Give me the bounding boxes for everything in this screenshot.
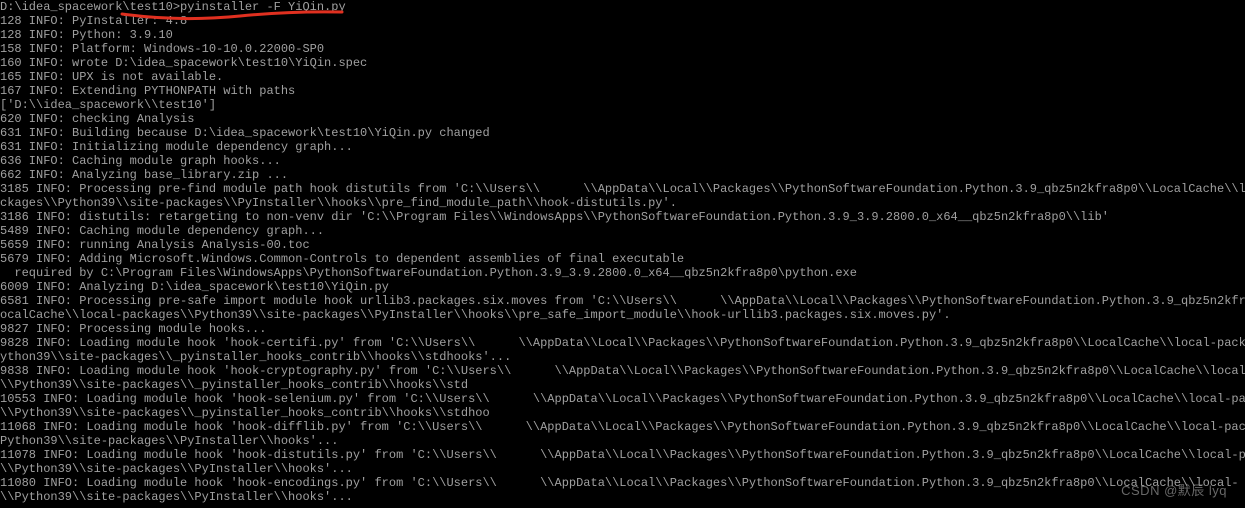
terminal-line: 160 INFO: wrote D:\idea_spacework\test10… [0, 56, 1245, 70]
terminal-line: ython39\\site-packages\\_pyinstaller_hoo… [0, 350, 1245, 364]
terminal-line: \\Python39\\site-packages\\_pyinstaller_… [0, 378, 1245, 392]
prompt-path: D:\idea_spacework\test10> [0, 0, 180, 14]
terminal-line: 5659 INFO: running Analysis Analysis-00.… [0, 238, 1245, 252]
terminal-line: 9828 INFO: Loading module hook 'hook-cer… [0, 336, 1245, 350]
terminal-line: 6581 INFO: Processing pre-safe import mo… [0, 294, 1245, 308]
terminal-line: ocalCache\\local-packages\\Python39\\sit… [0, 308, 1245, 322]
terminal-line: 158 INFO: Platform: Windows-10-10.0.2200… [0, 42, 1245, 56]
terminal-line: 167 INFO: Extending PYTHONPATH with path… [0, 84, 1245, 98]
prompt-command: pyinstaller -F YiQin.py [180, 0, 346, 14]
terminal-line: 11080 INFO: Loading module hook 'hook-en… [0, 476, 1245, 490]
terminal-line: 10553 INFO: Loading module hook 'hook-se… [0, 392, 1245, 406]
terminal-line: 11068 INFO: Loading module hook 'hook-di… [0, 420, 1245, 434]
terminal-line: 6009 INFO: Analyzing D:\idea_spacework\t… [0, 280, 1245, 294]
terminal-line: \\Python39\\site-packages\\_pyinstaller_… [0, 406, 1245, 420]
terminal-line: ckages\\Python39\\site-packages\\PyInsta… [0, 196, 1245, 210]
terminal[interactable]: D:\idea_spacework\test10>pyinstaller -F … [0, 0, 1245, 504]
terminal-line: 631 INFO: Building because D:\idea_space… [0, 126, 1245, 140]
terminal-line: required by C:\Program Files\WindowsApps… [0, 266, 1245, 280]
terminal-line: \\Python39\\site-packages\\PyInstaller\\… [0, 490, 1245, 504]
terminal-line: 3186 INFO: distutils: retargeting to non… [0, 210, 1245, 224]
terminal-line: ['D:\\idea_spacework\\test10'] [0, 98, 1245, 112]
terminal-line: 631 INFO: Initializing module dependency… [0, 140, 1245, 154]
terminal-line: 5489 INFO: Caching module dependency gra… [0, 224, 1245, 238]
terminal-line: 662 INFO: Analyzing base_library.zip ... [0, 168, 1245, 182]
terminal-line: Python39\\site-packages\\PyInstaller\\ho… [0, 434, 1245, 448]
terminal-line: 9838 INFO: Loading module hook 'hook-cry… [0, 364, 1245, 378]
terminal-line: 636 INFO: Caching module graph hooks... [0, 154, 1245, 168]
terminal-line: 128 INFO: PyInstaller: 4.8 [0, 14, 1245, 28]
terminal-line: 165 INFO: UPX is not available. [0, 70, 1245, 84]
terminal-line: 620 INFO: checking Analysis [0, 112, 1245, 126]
terminal-output: 128 INFO: PyInstaller: 4.8128 INFO: Pyth… [0, 14, 1245, 504]
terminal-line: 5679 INFO: Adding Microsoft.Windows.Comm… [0, 252, 1245, 266]
terminal-line: 128 INFO: Python: 3.9.10 [0, 28, 1245, 42]
terminal-line: 9827 INFO: Processing module hooks... [0, 322, 1245, 336]
terminal-line: 3185 INFO: Processing pre-find module pa… [0, 182, 1245, 196]
prompt-line: D:\idea_spacework\test10>pyinstaller -F … [0, 0, 1245, 14]
terminal-line: \\Python39\\site-packages\\PyInstaller\\… [0, 462, 1245, 476]
terminal-line: 11078 INFO: Loading module hook 'hook-di… [0, 448, 1245, 462]
